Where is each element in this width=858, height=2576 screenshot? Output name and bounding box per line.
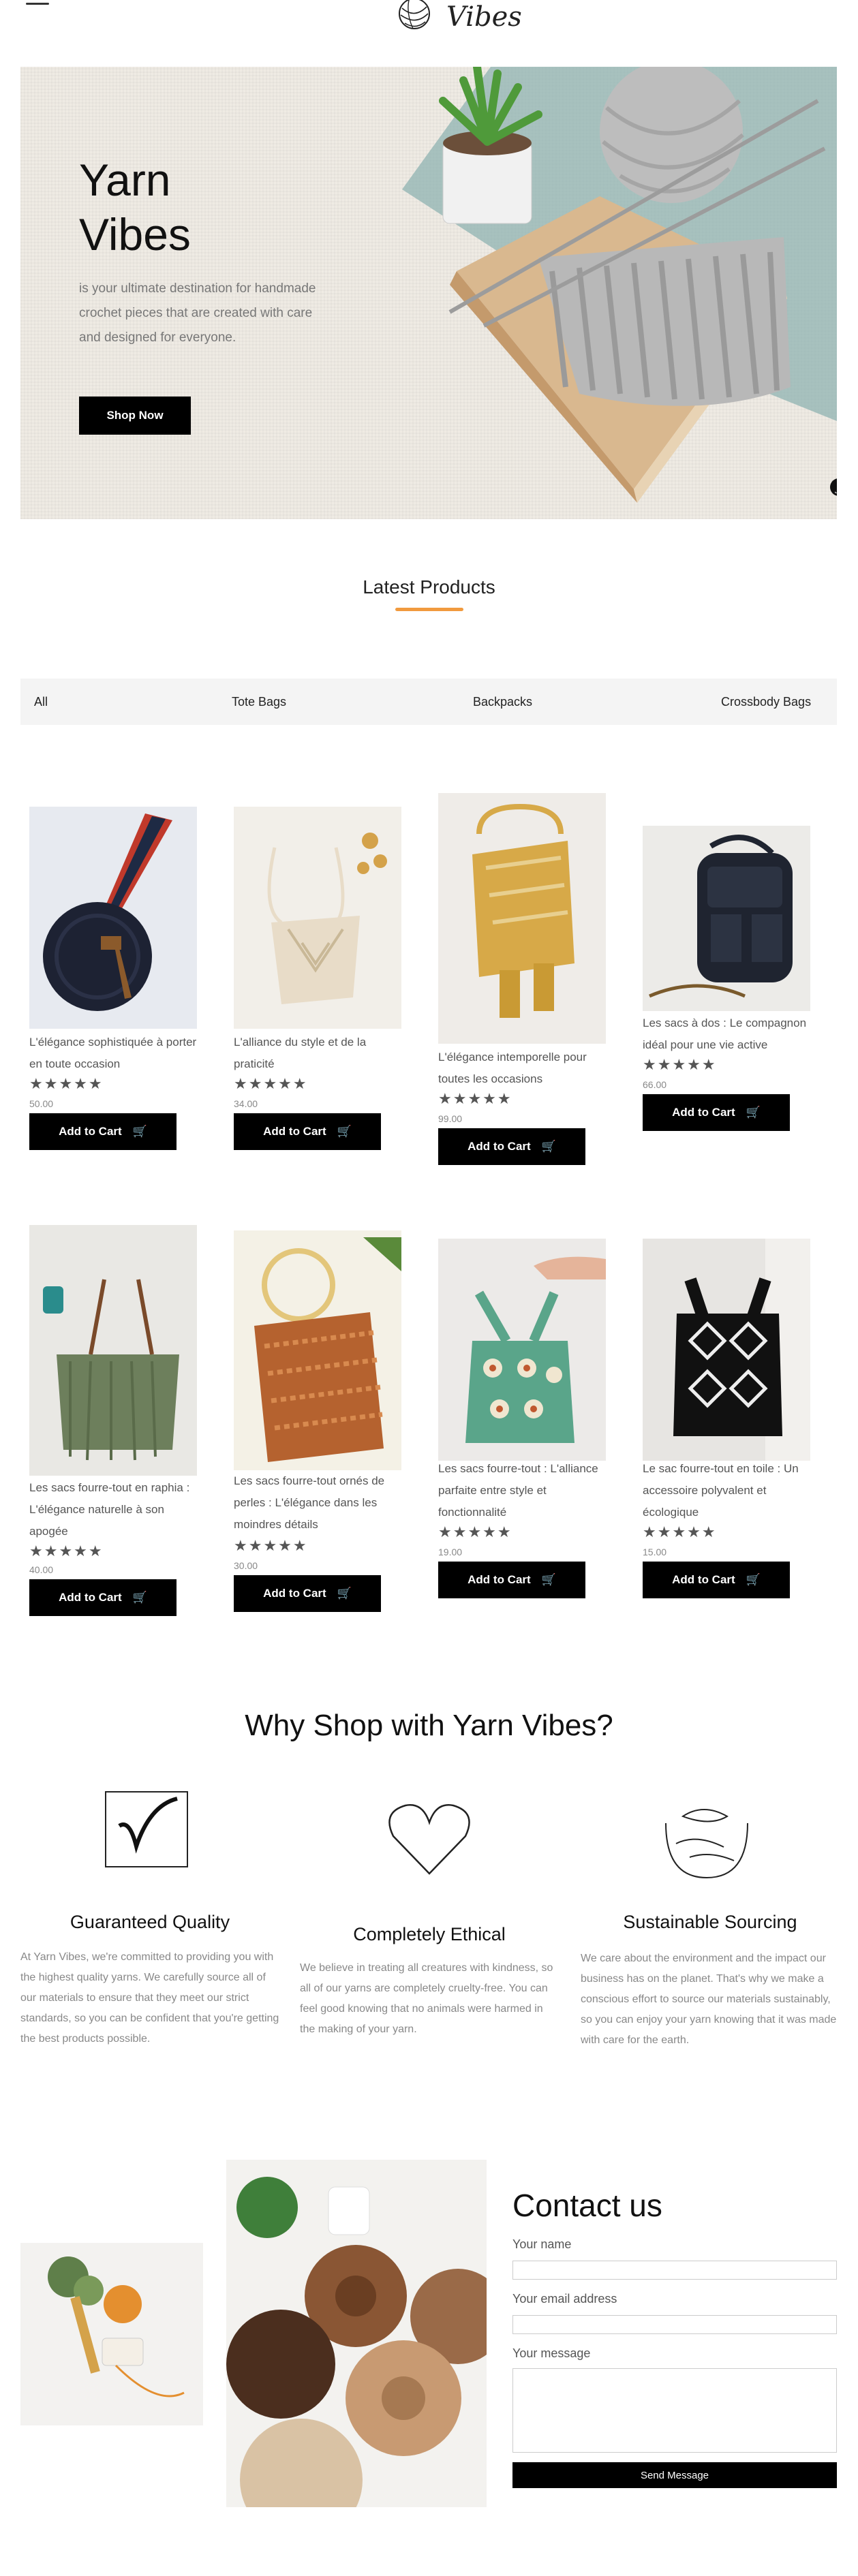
product-image[interactable] — [643, 826, 810, 1011]
filter-backpacks[interactable]: Backpacks — [473, 679, 532, 725]
cart-icon: 🛒 — [746, 1573, 761, 1586]
product-name[interactable]: Les sacs fourre-tout en raphia : L'éléga… — [29, 1477, 200, 1542]
product-image[interactable] — [438, 1239, 606, 1461]
hero-title: Yarn Vibes — [79, 153, 352, 262]
product-price: 34.00 — [234, 1098, 258, 1109]
email-label: Your email address — [512, 2292, 617, 2306]
product-price: 19.00 — [438, 1547, 463, 1557]
contact-image-yarn-bouquet — [20, 2243, 203, 2425]
name-field[interactable] — [512, 2261, 837, 2280]
yarn-ball-logo-icon — [399, 0, 430, 29]
add-to-cart-button[interactable]: Add to Cart 🛒 — [234, 1113, 381, 1150]
product-price: 30.00 — [234, 1560, 258, 1571]
cart-icon: 🛒 — [132, 1125, 147, 1138]
rating-stars: ★★★★★ — [234, 1537, 308, 1554]
shop-now-button[interactable]: Shop Now — [79, 397, 191, 435]
product-name[interactable]: Les sacs fourre-tout : L'alliance parfai… — [438, 1458, 609, 1523]
hero-banner: Yarn Vibes is your ultimate destination … — [20, 67, 837, 519]
add-to-cart-button[interactable]: Add to Cart 🛒 — [438, 1562, 585, 1598]
site-header: Vibes — [0, 0, 858, 48]
filter-crossbody-bags[interactable]: Crossbody Bags — [721, 679, 811, 725]
product-name[interactable]: L'élégance sophistiquée à porter en tout… — [29, 1031, 200, 1075]
site-logo[interactable]: Vibes — [388, 0, 522, 46]
contact-image-yarn-spools — [226, 2160, 487, 2507]
filter-tote-bags[interactable]: Tote Bags — [232, 679, 286, 725]
product-name[interactable]: L'alliance du style et de la praticité — [234, 1031, 404, 1075]
product-image[interactable] — [29, 1225, 197, 1476]
add-to-cart-label: Add to Cart — [263, 1125, 326, 1138]
cart-icon: 🛒 — [132, 1591, 147, 1604]
rating-stars: ★★★★★ — [438, 1523, 512, 1540]
filter-all[interactable]: All — [34, 679, 48, 725]
rating-stars: ★★★★★ — [643, 1523, 717, 1540]
add-to-cart-label: Add to Cart — [672, 1573, 735, 1586]
rating-stars: ★★★★★ — [29, 1542, 104, 1559]
latest-products-title: Latest Products — [363, 576, 495, 598]
cart-icon: 🛒 — [337, 1587, 352, 1600]
product-price: 66.00 — [643, 1079, 667, 1090]
product-price: 40.00 — [29, 1564, 54, 1575]
why-shop-title: Why Shop with Yarn Vibes? — [245, 1709, 613, 1742]
hero-title-line-1: Yarn — [79, 155, 171, 205]
cart-icon: 🛒 — [746, 1106, 761, 1119]
rating-stars: ★★★★★ — [234, 1075, 308, 1092]
add-to-cart-button[interactable]: Add to Cart 🛒 — [643, 1562, 790, 1598]
contact-title: Contact us — [512, 2188, 662, 2223]
product-name[interactable]: Le sac fourre-tout en toile : Un accesso… — [643, 1458, 813, 1523]
title-underline — [395, 608, 463, 611]
product-image[interactable] — [438, 793, 606, 1044]
add-to-cart-button[interactable]: Add to Cart 🛒 — [29, 1579, 177, 1616]
feature-text: At Yarn Vibes, we're committed to provid… — [20, 1951, 279, 2045]
rating-stars: ★★★★★ — [438, 1090, 512, 1107]
hero-title-line-2: Vibes — [79, 209, 191, 260]
feature-text: We believe in treating all creatures wit… — [300, 1962, 553, 2035]
add-to-cart-label: Add to Cart — [59, 1591, 122, 1604]
rating-stars: ★★★★★ — [29, 1075, 104, 1092]
product-price: 50.00 — [29, 1098, 54, 1109]
hero-description: is your ultimate destination for handmad… — [79, 281, 316, 345]
product-name[interactable]: Les sacs fourre-tout ornés de perles : L… — [234, 1470, 404, 1536]
product-filter-bar: All Tote Bags Backpacks Crossbody Bags — [20, 679, 837, 725]
add-to-cart-button[interactable]: Add to Cart 🛒 — [29, 1113, 177, 1150]
add-to-cart-label: Add to Cart — [672, 1106, 735, 1119]
product-image[interactable] — [234, 807, 401, 1029]
add-to-cart-button[interactable]: Add to Cart 🛒 — [643, 1094, 790, 1131]
product-image[interactable] — [234, 1230, 401, 1470]
feature-text: We care about the environment and the im… — [581, 1953, 837, 2046]
add-to-cart-button[interactable]: Add to Cart 🛒 — [234, 1575, 381, 1612]
cart-icon: 🛒 — [541, 1140, 556, 1153]
checkmark-icon — [105, 1791, 188, 1867]
name-label: Your name — [512, 2237, 572, 2251]
product-name[interactable]: L'élégance intemporelle pour toutes les … — [438, 1046, 609, 1090]
add-to-cart-label: Add to Cart — [59, 1125, 122, 1138]
message-label: Your message — [512, 2346, 591, 2360]
email-field[interactable] — [512, 2315, 837, 2334]
product-name[interactable]: Les sacs à dos : Le compagnon idéal pour… — [643, 1012, 813, 1056]
feature-title: Sustainable Sourcing — [623, 1912, 797, 1932]
add-to-cart-label: Add to Cart — [263, 1587, 326, 1600]
cart-icon: 🛒 — [337, 1125, 352, 1138]
rating-stars: ★★★★★ — [643, 1056, 717, 1073]
cart-icon: 🛒 — [541, 1573, 556, 1586]
message-field[interactable] — [512, 2368, 837, 2453]
product-price: 99.00 — [438, 1113, 463, 1124]
add-to-cart-label: Add to Cart — [468, 1140, 531, 1153]
feature-title: Completely Ethical — [353, 1924, 506, 1944]
heart-icon — [388, 1804, 470, 1875]
feature-title: Guaranteed Quality — [70, 1912, 230, 1932]
send-message-button[interactable]: Send Message — [512, 2462, 837, 2488]
product-price: 15.00 — [643, 1547, 667, 1557]
logo-text: Vibes — [446, 1, 522, 33]
add-to-cart-button[interactable]: Add to Cart 🛒 — [438, 1128, 585, 1165]
product-image[interactable] — [643, 1239, 810, 1461]
add-to-cart-label: Add to Cart — [468, 1573, 531, 1586]
hands-leaf-icon — [665, 1809, 748, 1879]
product-image[interactable] — [29, 807, 197, 1029]
menu-icon[interactable] — [26, 0, 49, 10]
